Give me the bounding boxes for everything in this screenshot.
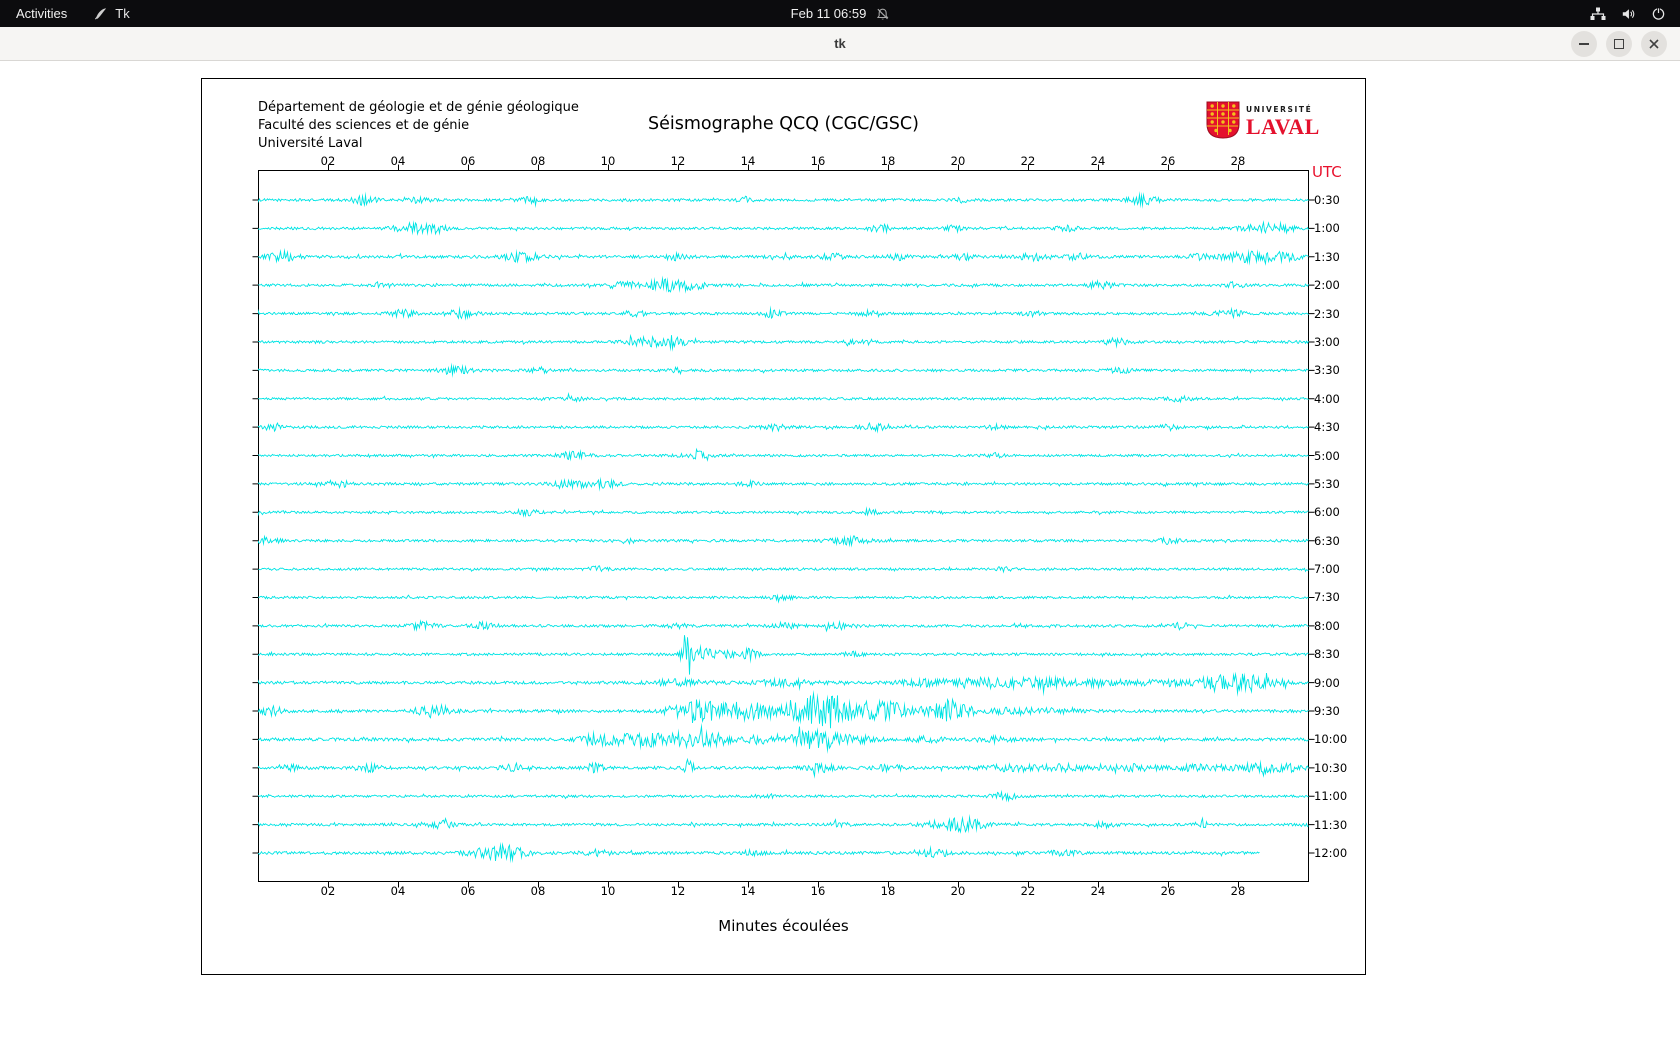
x-tick-label: 08 (530, 154, 546, 168)
restore-icon (1614, 38, 1624, 49)
trace-time-label: 11:00 (1314, 789, 1348, 804)
minimize-icon (1579, 42, 1589, 45)
focused-app-label: Tk (115, 6, 130, 21)
trace-time-label: 3:00 (1314, 334, 1340, 349)
trace-time-label: 0:30 (1314, 193, 1340, 207)
x-tick-label: 22 (1020, 884, 1036, 898)
x-tick-label: 16 (810, 154, 826, 168)
trace-time-label: 9:30 (1314, 704, 1340, 719)
x-tick-label: 26 (1160, 154, 1176, 168)
clock-label: Feb 11 06:59 (790, 6, 867, 21)
header-line-3: Université Laval (258, 136, 363, 151)
window-titlebar[interactable]: tk (0, 27, 1680, 61)
clock-button[interactable]: Feb 11 06:59 (791, 0, 890, 27)
maximize-button[interactable] (1606, 30, 1632, 57)
trace-time-label: 1:30 (1314, 249, 1340, 264)
x-tick-label: 18 (880, 154, 896, 168)
focused-app-menu[interactable]: Tk (93, 6, 130, 21)
trace-time-label: 5:30 (1314, 476, 1340, 491)
trace-time-label: 8:00 (1314, 618, 1340, 633)
trace-time-label: 7:30 (1314, 590, 1340, 605)
trace-time-label: 6:30 (1314, 533, 1340, 548)
seismograph-canvas (202, 79, 1365, 974)
x-tick-label: 14 (740, 154, 756, 168)
system-status-area[interactable] (1590, 0, 1666, 27)
volume-icon (1621, 7, 1636, 21)
window-title: tk (834, 36, 846, 51)
x-tick-label: 04 (390, 154, 406, 168)
trace-time-label: 8:30 (1314, 647, 1340, 662)
close-icon (1649, 38, 1659, 49)
activities-button[interactable]: Activities (16, 6, 67, 21)
tk-app-icon (93, 6, 108, 21)
x-tick-label: 02 (320, 884, 336, 898)
desktop: Activities Tk Feb 11 06:59 tk Départemen… (0, 0, 1680, 1050)
x-tick-label: 20 (950, 154, 966, 168)
x-tick-label: 20 (950, 884, 966, 898)
trace-time-label: 7:00 (1314, 562, 1340, 577)
minimize-button[interactable] (1571, 30, 1597, 57)
trace-time-label: 12:00 (1314, 846, 1348, 860)
trace-time-label: 3:30 (1314, 363, 1340, 378)
trace-time-label: 2:30 (1314, 306, 1340, 321)
x-tick-label: 18 (880, 884, 896, 898)
trace-time-label: 5:00 (1314, 448, 1340, 463)
window-content: Département de géologie et de génie géol… (0, 61, 1680, 1050)
x-tick-label: 10 (600, 154, 616, 168)
x-tick-label: 08 (530, 884, 546, 898)
trace-time-label: 6:00 (1314, 505, 1340, 520)
logo-small-text: UNIVERSITÉ (1246, 105, 1313, 115)
logo-big-text: LAVAL (1246, 113, 1320, 139)
x-tick-label: 24 (1090, 154, 1106, 168)
trace-time-label: 4:30 (1314, 420, 1340, 435)
trace-time-label: 4:00 (1314, 391, 1340, 406)
x-tick-label: 28 (1230, 884, 1246, 898)
trace-time-label: 11:30 (1314, 817, 1348, 832)
x-tick-label: 24 (1090, 884, 1106, 898)
x-tick-label: 26 (1160, 884, 1176, 898)
seismograph-panel: Département de géologie et de génie géol… (201, 78, 1366, 975)
page-title: Séismographe QCQ (CGC/GSC) (648, 114, 919, 134)
trace-time-label: 1:00 (1314, 221, 1340, 236)
utc-label: UTC (1312, 163, 1342, 181)
trace-time-label: 9:00 (1314, 675, 1340, 690)
x-tick-label: 06 (460, 154, 476, 168)
x-tick-label: 22 (1020, 154, 1036, 168)
x-tick-label: 10 (600, 884, 616, 898)
x-tick-label: 12 (670, 154, 686, 168)
x-tick-label: 28 (1230, 154, 1246, 168)
laval-shield-icon (1206, 101, 1240, 143)
x-tick-label: 04 (390, 884, 406, 898)
trace-time-label: 2:00 (1314, 278, 1340, 293)
x-tick-label: 12 (670, 884, 686, 898)
x-tick-label: 14 (740, 884, 756, 898)
x-tick-label: 16 (810, 884, 826, 898)
universite-laval-logo: UNIVERSITÉ LAVAL (1206, 101, 1320, 143)
x-tick-label: 02 (320, 154, 336, 168)
x-tick-label: 06 (460, 884, 476, 898)
power-icon (1651, 6, 1666, 21)
x-axis-title: Minutes écoulées (718, 917, 849, 935)
network-icon (1590, 7, 1606, 21)
trace-time-label: 10:00 (1314, 732, 1348, 747)
trace-time-label: 10:30 (1314, 760, 1348, 775)
top-bar: Activities Tk Feb 11 06:59 (0, 0, 1680, 27)
close-button[interactable] (1641, 30, 1667, 57)
bell-muted-icon (875, 7, 889, 21)
